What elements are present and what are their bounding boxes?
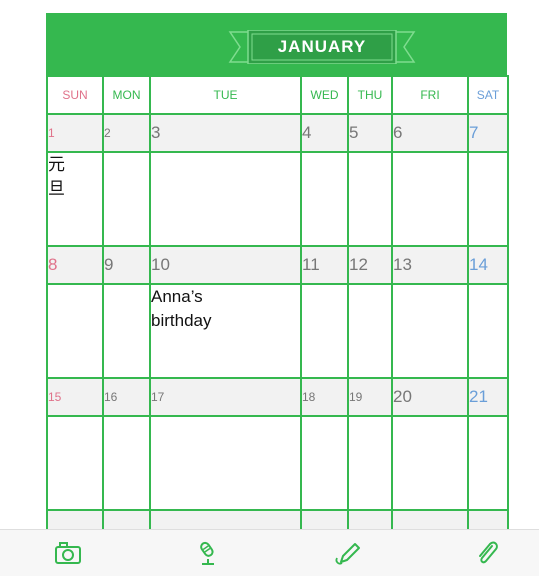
day-number[interactable]: 10 — [149, 245, 302, 285]
paperclip-icon — [472, 538, 502, 568]
day-cell[interactable] — [102, 415, 151, 511]
day-cell[interactable] — [300, 415, 349, 511]
day-cell[interactable] — [102, 283, 151, 379]
day-number[interactable]: 17 — [149, 377, 302, 417]
day-cell[interactable] — [467, 415, 509, 511]
day-cell[interactable] — [102, 151, 151, 247]
weekday-header-row: SUN MON TUE WED THU FRI SAT — [46, 75, 509, 115]
day-number[interactable]: 20 — [391, 377, 469, 417]
calendar-grid: SUN MON TUE WED THU FRI SAT 1 2 3 4 5 6 … — [46, 75, 509, 549]
weekday-label: SUN — [46, 75, 104, 115]
day-cell[interactable] — [391, 151, 469, 247]
day-cell[interactable]: 元旦 — [46, 151, 104, 247]
day-number[interactable]: 21 — [467, 377, 509, 417]
calendar: JANUARY SUN MON TUE WED THU FRI SAT 1 2 … — [46, 13, 509, 549]
day-number[interactable]: 7 — [467, 113, 509, 153]
day-number[interactable]: 19 — [347, 377, 393, 417]
day-number[interactable]: 9 — [102, 245, 151, 285]
month-title: JANUARY — [277, 37, 367, 56]
day-number[interactable]: 8 — [46, 245, 104, 285]
weekday-label: TUE — [149, 75, 302, 115]
weekday-label: THU — [347, 75, 393, 115]
attach-button[interactable] — [472, 538, 502, 568]
camera-icon — [53, 538, 83, 568]
week-2-numbers: 8 9 10 11 12 13 14 — [46, 245, 509, 285]
event-text: 元旦 — [48, 155, 65, 198]
day-number[interactable]: 6 — [391, 113, 469, 153]
day-number[interactable]: 14 — [467, 245, 509, 285]
week-1-events: 元旦 — [46, 151, 509, 247]
day-number[interactable]: 1 — [46, 113, 104, 153]
day-number[interactable]: 16 — [102, 377, 151, 417]
month-header: JANUARY — [46, 13, 507, 75]
day-cell[interactable]: Anna’s birthday — [149, 283, 302, 379]
weekday-label: FRI — [391, 75, 469, 115]
day-cell[interactable] — [347, 283, 393, 379]
week-3-events — [46, 415, 509, 511]
day-number[interactable]: 18 — [300, 377, 349, 417]
day-cell[interactable] — [347, 151, 393, 247]
day-cell[interactable] — [300, 151, 349, 247]
day-number[interactable]: 13 — [391, 245, 469, 285]
day-cell[interactable] — [391, 415, 469, 511]
week-1-numbers: 1 2 3 4 5 6 7 — [46, 113, 509, 153]
week-2-events: Anna’s birthday — [46, 283, 509, 379]
weekday-label: MON — [102, 75, 151, 115]
voice-note-button[interactable] — [193, 538, 223, 568]
draw-button[interactable] — [333, 538, 363, 568]
day-number[interactable]: 15 — [46, 377, 104, 417]
week-3-numbers: 15 16 17 18 19 20 21 — [46, 377, 509, 417]
day-cell[interactable] — [46, 283, 104, 379]
day-cell[interactable] — [467, 283, 509, 379]
pen-icon — [333, 538, 363, 568]
day-cell[interactable] — [347, 415, 393, 511]
day-cell[interactable] — [149, 415, 302, 511]
day-number[interactable]: 11 — [300, 245, 349, 285]
bottom-toolbar — [0, 529, 539, 576]
day-cell[interactable] — [46, 415, 104, 511]
day-number[interactable]: 12 — [347, 245, 393, 285]
camera-button[interactable] — [53, 538, 83, 568]
day-number[interactable]: 2 — [102, 113, 151, 153]
day-cell[interactable] — [391, 283, 469, 379]
microphone-icon — [193, 538, 223, 568]
day-number[interactable]: 4 — [300, 113, 349, 153]
day-cell[interactable] — [149, 151, 302, 247]
day-number[interactable]: 3 — [149, 113, 302, 153]
weekday-label: WED — [300, 75, 349, 115]
day-number[interactable]: 5 — [347, 113, 393, 153]
month-ribbon: JANUARY — [228, 30, 416, 64]
day-cell[interactable] — [467, 151, 509, 247]
event-text: Anna’s birthday — [151, 287, 212, 330]
weekday-label: SAT — [467, 75, 509, 115]
day-cell[interactable] — [300, 283, 349, 379]
